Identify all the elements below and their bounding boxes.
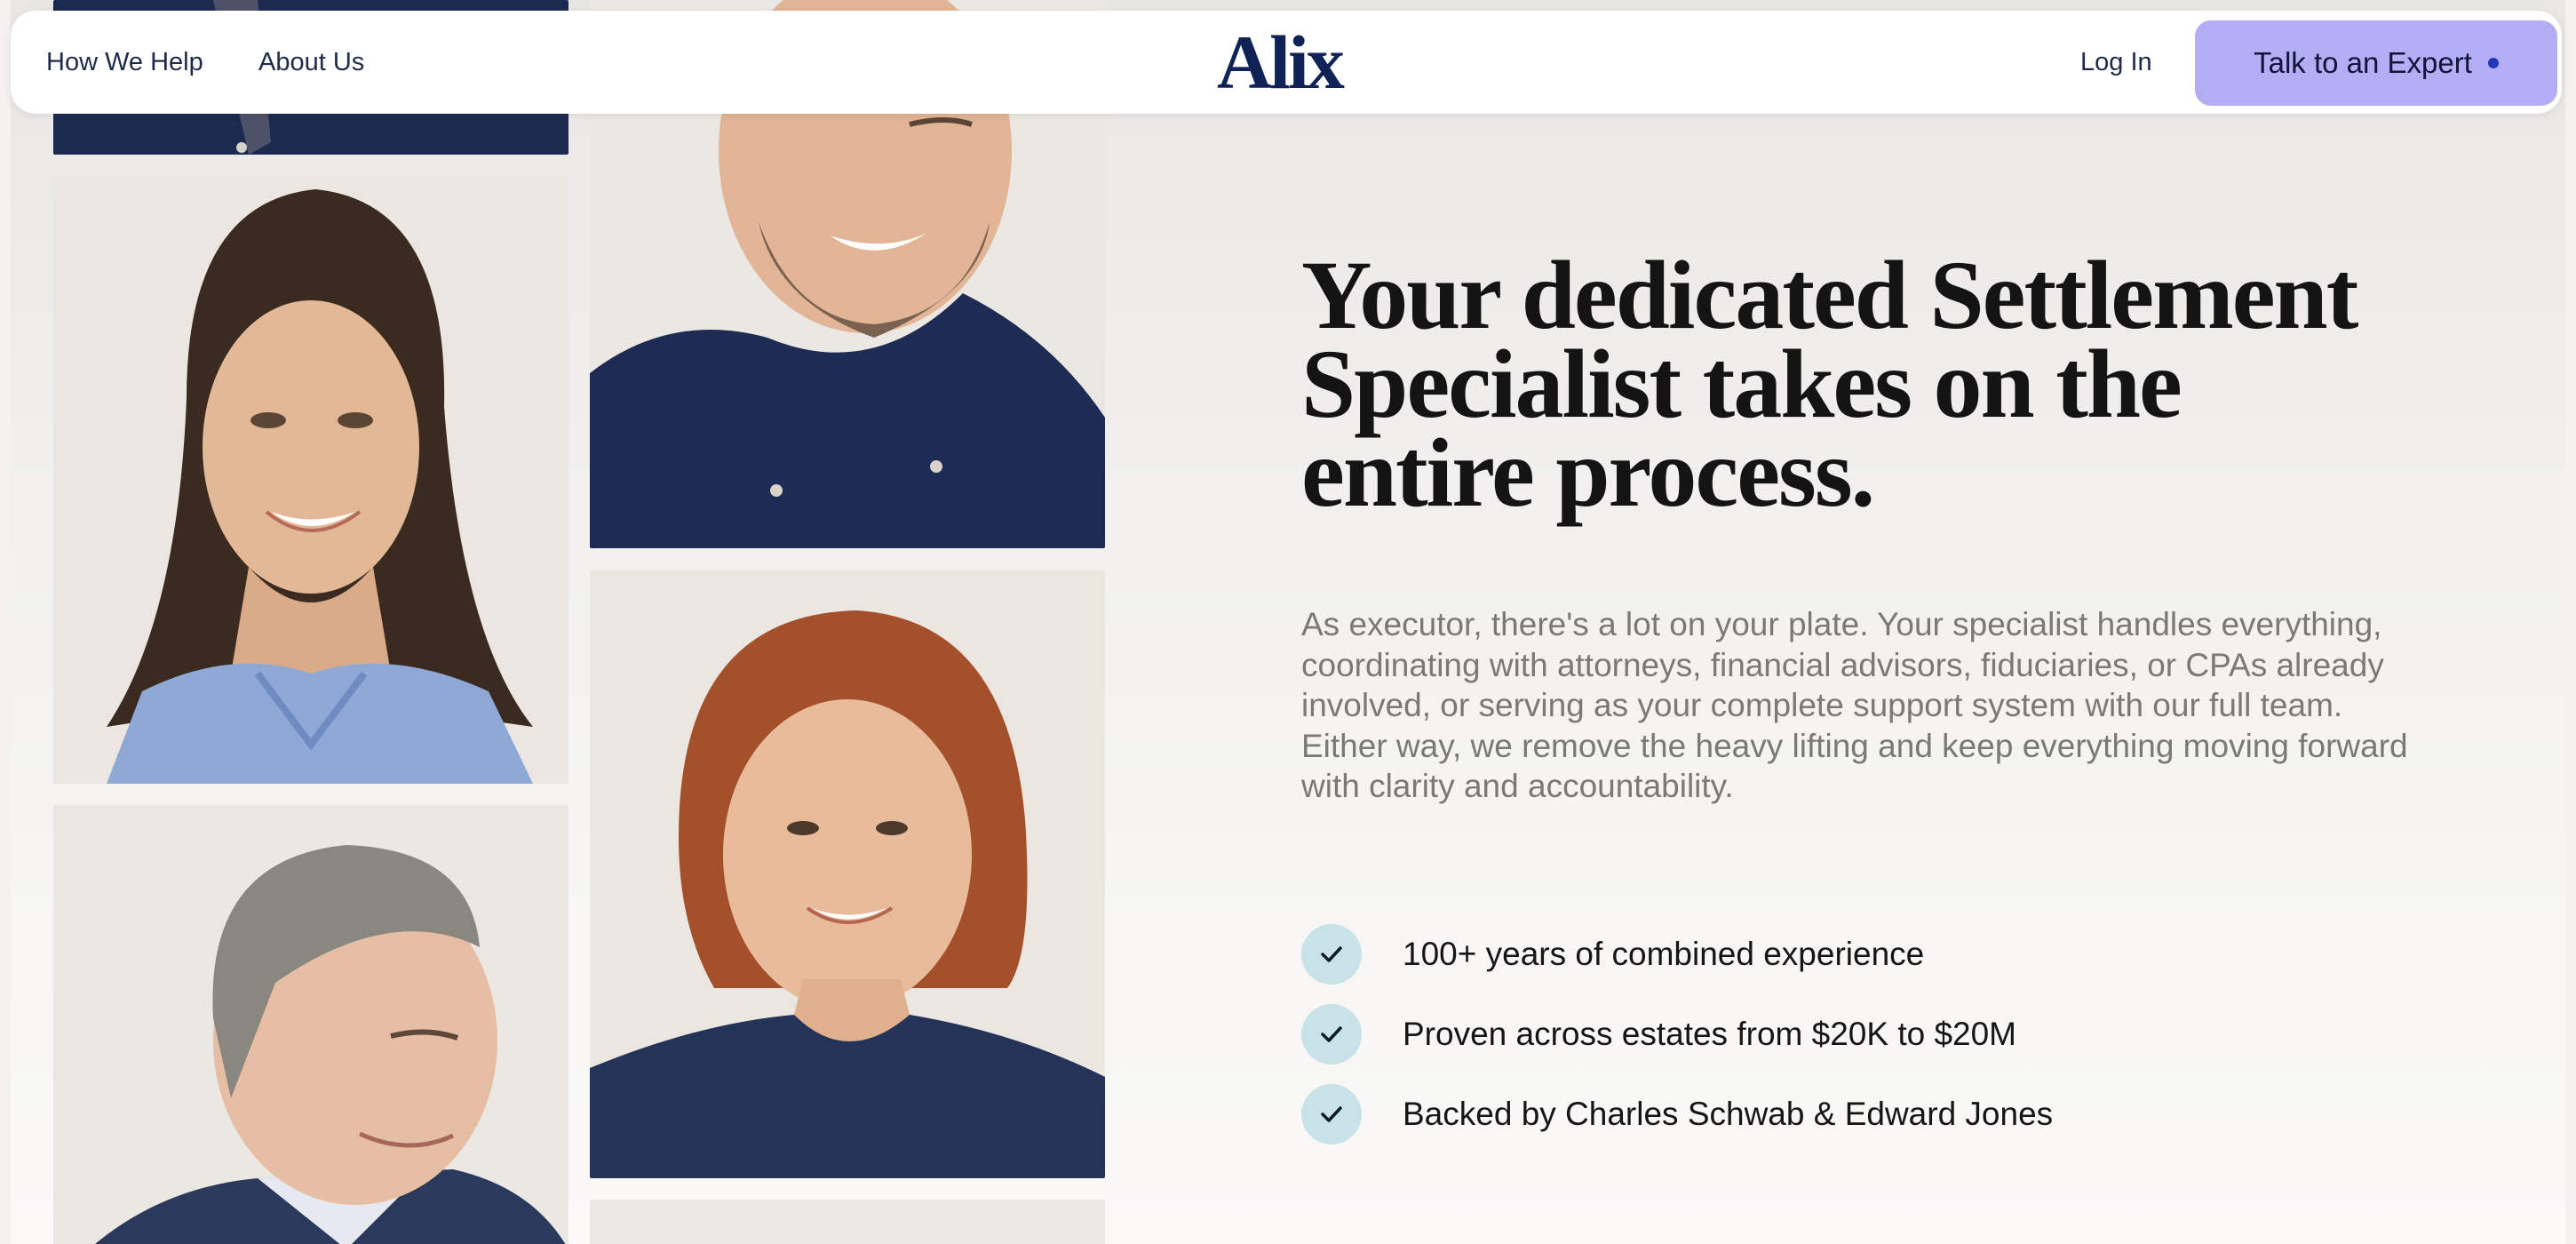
feature-item: 100+ years of combined experience: [1301, 924, 2456, 985]
team-photo-man-gray-hair: [53, 805, 568, 1244]
heading-line-3: entire process.: [1301, 419, 1875, 527]
check-icon: [1301, 1084, 1362, 1144]
feature-item: Proven across estates from $20K to $20M: [1301, 1004, 2456, 1065]
team-photo-partial: [590, 1200, 1105, 1244]
photo-column-right: [590, 0, 1105, 1244]
team-photo-woman-blue-shirt: [53, 176, 568, 784]
heading-line-1: Your dedicated Settlement: [1301, 241, 2358, 349]
cta-label: Talk to an Expert: [2254, 46, 2472, 79]
feature-item: Backed by Charles Schwab & Edward Jones: [1301, 1084, 2456, 1144]
nav-link-about-us[interactable]: About Us: [258, 11, 364, 114]
alix-logo[interactable]: Alix: [1217, 24, 1345, 100]
body-paragraph: As executor, there's a lot on your plate…: [1301, 606, 2408, 804]
photo-column-left: [53, 0, 568, 1244]
heading-line-2: Specialist takes on the: [1301, 330, 2182, 438]
feature-text: 100+ years of combined experience: [1403, 936, 1925, 972]
top-nav: How We Help About Us Alix Log In Talk to…: [11, 11, 2562, 114]
page-heading: Your dedicated Settlement Specialist tak…: [1301, 241, 2367, 527]
talk-to-expert-button[interactable]: Talk to an Expert: [2195, 20, 2557, 106]
check-icon: [1301, 1004, 1362, 1065]
dot-icon: [2487, 58, 2499, 68]
feature-text: Backed by Charles Schwab & Edward Jones: [1403, 1096, 2054, 1132]
page: Your dedicated Settlement Specialist tak…: [11, 0, 2565, 1244]
team-photo-redhead-woman: [590, 570, 1105, 1178]
feature-text: Proven across estates from $20K to $20M: [1403, 1016, 2017, 1052]
feature-list: 100+ years of combined experience Proven…: [1301, 924, 2456, 1164]
check-icon: [1301, 924, 1362, 985]
login-link[interactable]: Log In: [2080, 11, 2152, 114]
nav-link-how-we-help[interactable]: How We Help: [46, 11, 203, 114]
